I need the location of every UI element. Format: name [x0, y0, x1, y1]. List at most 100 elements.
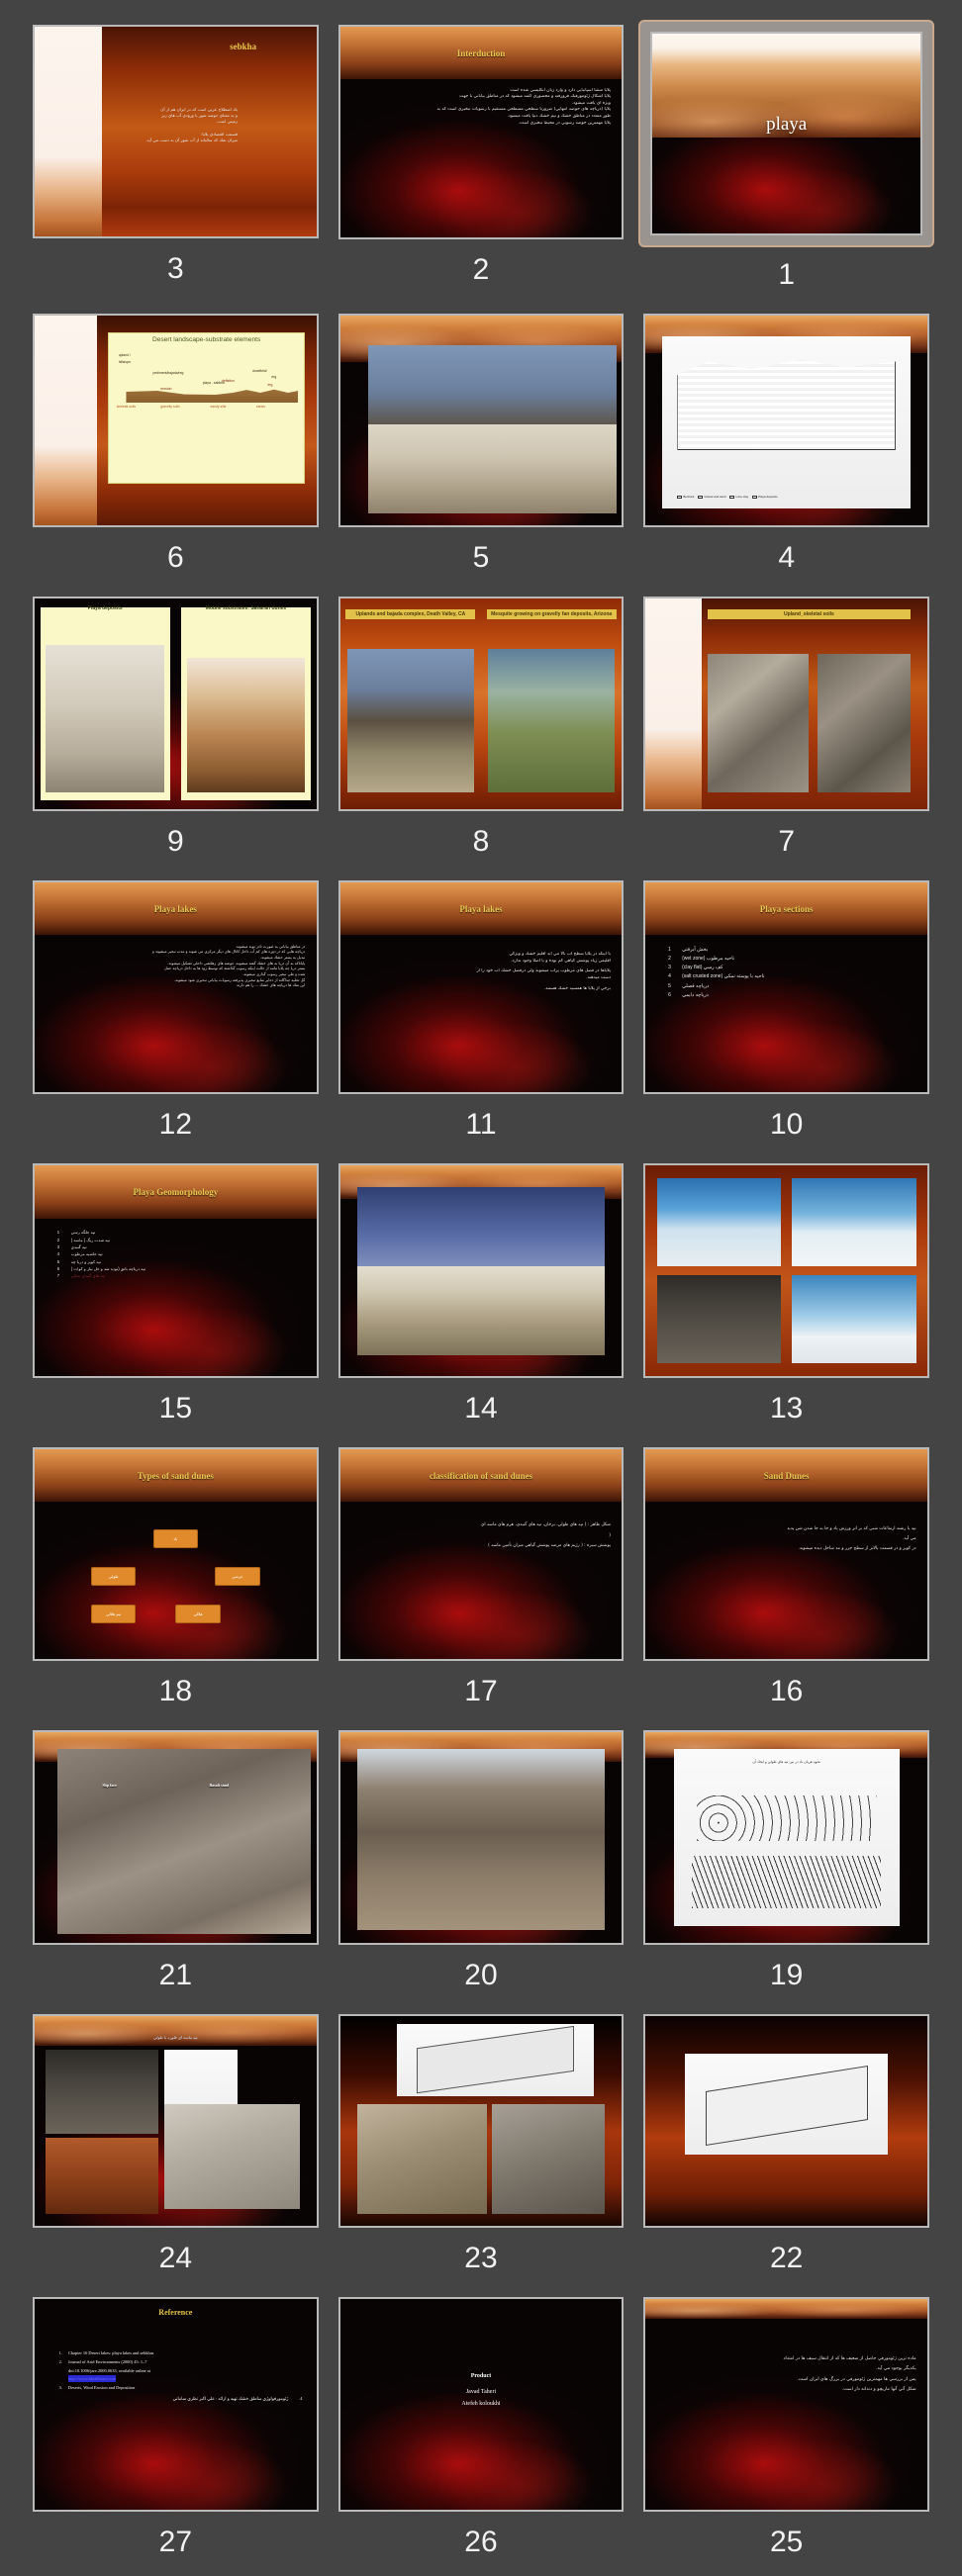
- slide-thumbnail-7[interactable]: Upland_skeletal soils: [643, 597, 929, 811]
- slide-cell-18[interactable]: Types of sand dunes باد طولي عرضي نيم هل…: [28, 1442, 324, 1726]
- slide-thumbnail-16[interactable]: Sand Dunes تپه يا رشته ارتفاعات شني كه ب…: [643, 1446, 929, 1662]
- reference-item: http://www.idealibrary.com: [54, 2375, 303, 2383]
- slide-thumb-wrapper-6[interactable]: Desert landscape-substrate elements upla…: [28, 309, 324, 532]
- slide-cell-10[interactable]: Playa sections بخش آبرفتي 1 ناحيه مرطوب (…: [638, 875, 934, 1159]
- slide-thumbnail-15[interactable]: Playa Geomorphology تپه جلگه رسي 1 تپه شد…: [33, 1163, 319, 1378]
- list-item: تپه حاشيه مرطوب 4: [56, 1251, 103, 1257]
- slide-thumb-wrapper-2[interactable]: Interduction پلايا منشأ اسپانيايي دارد و…: [334, 20, 629, 244]
- slide-thumb-wrapper-14[interactable]: [334, 1158, 629, 1383]
- slide-thumbnail-5[interactable]: [337, 313, 625, 528]
- slide-thumbnail-3[interactable]: sebkha يك اصطلاح عربي است كه در ايران هم…: [33, 25, 319, 239]
- panel-caption: Mesquite growing on gravelly fan deposit…: [486, 609, 617, 620]
- slide-thumb-wrapper-24[interactable]: تپه ماسه اي فلوره يا طولي: [28, 2009, 324, 2233]
- slide-thumb-wrapper-5[interactable]: [334, 309, 629, 533]
- flow-node-longitudinal: طولي: [90, 1566, 137, 1587]
- slide-thumb-wrapper-21[interactable]: Slip face Basalt sand: [28, 1725, 324, 1949]
- slide-thumb-wrapper-1[interactable]: playa: [638, 20, 934, 247]
- slide-thumb-wrapper-26[interactable]: Product Javad Taheri Atefeh koloukhi: [334, 2292, 629, 2517]
- slide-left-pane: [645, 598, 703, 809]
- slide-number-7: 7: [778, 824, 795, 858]
- slide-thumbnail-12[interactable]: Playa lakes در مناطق بياباني به صورت ناد…: [33, 879, 319, 1095]
- slide-number-6: 6: [166, 541, 184, 575]
- slide-cell-3[interactable]: sebkha يك اصطلاح عربي است كه در ايران هم…: [28, 20, 324, 309]
- slide-thumbnail-8[interactable]: Uplands and bajada complex, Death Valley…: [337, 597, 625, 811]
- slide-thumb-wrapper-22[interactable]: [638, 2009, 934, 2233]
- slide-cell-5[interactable]: 5: [334, 309, 629, 593]
- slide-thumbnail-4[interactable]: Bedrock Gravel and sand Lime clay Playa …: [643, 313, 929, 528]
- slide-cell-2[interactable]: Interduction پلايا منشأ اسپانيايي دارد و…: [334, 20, 629, 309]
- slide-thumb-wrapper-17[interactable]: classification of sand dunes شكل ظاهر : …: [334, 1442, 629, 1667]
- slide-cell-6[interactable]: Desert landscape-substrate elements upla…: [28, 309, 324, 593]
- slide-thumbnail-2[interactable]: Interduction پلايا منشأ اسپانيايي دارد و…: [337, 25, 625, 239]
- slide-thumb-wrapper-15[interactable]: Playa Geomorphology تپه جلگه رسي 1 تپه شد…: [28, 1158, 324, 1382]
- slide-number-15: 15: [158, 1391, 193, 1425]
- slide-thumbnail-6[interactable]: Desert landscape-substrate elements upla…: [33, 313, 319, 528]
- slide-thumb-wrapper-19[interactable]: نحوه هريان باد در بين تپه هاي طولي و ايج…: [638, 1725, 934, 1949]
- slide-thumbnail-13[interactable]: [643, 1163, 929, 1378]
- slide-cell-16[interactable]: Sand Dunes تپه يا رشته ارتفاعات شني كه ب…: [638, 1442, 934, 1726]
- slide-thumbnail-17[interactable]: classification of sand dunes شكل ظاهر : …: [337, 1446, 625, 1662]
- reference-link[interactable]: http://www.idealibrary.com: [67, 2375, 117, 2383]
- slide-thumb-wrapper-25[interactable]: ماده ترين ژئومورفي حاصل از ضعيف ها كه از…: [638, 2292, 934, 2516]
- slide-cell-23[interactable]: 23: [334, 2009, 629, 2293]
- slide-thumb-wrapper-18[interactable]: Types of sand dunes باد طولي عرضي نيم هل…: [28, 1442, 324, 1666]
- slide-cell-21[interactable]: Slip face Basalt sand 21: [28, 1725, 324, 2009]
- slide-bg: [35, 2299, 317, 2510]
- slide-sorter-grid[interactable]: sebkha يك اصطلاح عربي است كه در ايران هم…: [0, 0, 962, 2576]
- slide-thumb-wrapper-10[interactable]: Playa sections بخش آبرفتي 1 ناحيه مرطوب (…: [638, 875, 934, 1099]
- slide-cell-15[interactable]: Playa Geomorphology تپه جلگه رسي 1 تپه شد…: [28, 1158, 324, 1442]
- slide-diagram-19: نحوه هريان باد در بين تپه هاي طولي و ايج…: [673, 1749, 900, 1926]
- slide-cell-11[interactable]: Playa lakes با اينكه در پلايا سطح آب بال…: [334, 875, 629, 1159]
- slide-thumbnail-14[interactable]: [337, 1163, 625, 1378]
- slide-number-4: 4: [778, 541, 795, 575]
- slide-cell-24[interactable]: تپه ماسه اي فلوره يا طولي 24: [28, 2009, 324, 2293]
- slide-cell-9[interactable]: Playa deposits Mobile substrates: Sahara…: [28, 592, 324, 875]
- slide-thumb-wrapper-8[interactable]: Uplands and bajada complex, Death Valley…: [334, 592, 629, 816]
- slide-thumb-wrapper-27[interactable]: Reference 1. Chapter 16 Desert lakes: pla…: [28, 2292, 324, 2516]
- slide-thumbnail-26[interactable]: Product Javad Taheri Atefeh koloukhi: [337, 2297, 625, 2512]
- slide-thumbnail-21[interactable]: Slip face Basalt sand: [33, 1730, 319, 1945]
- slide-thumbnail-24[interactable]: تپه ماسه اي فلوره يا طولي: [33, 2013, 319, 2229]
- slide-thumb-wrapper-16[interactable]: Sand Dunes تپه يا رشته ارتفاعات شني كه ب…: [638, 1442, 934, 1666]
- slide-thumbnail-22[interactable]: [643, 2013, 929, 2229]
- slide-cell-1[interactable]: playa 1: [638, 20, 934, 309]
- slide-thumb-wrapper-23[interactable]: [334, 2009, 629, 2234]
- slide-cell-7[interactable]: Upland_skeletal soils 7: [638, 592, 934, 875]
- slide-thumbnail-18[interactable]: Types of sand dunes باد طولي عرضي نيم هل…: [33, 1446, 319, 1662]
- slide-numbered-list-15: تپه جلگه رسي 1 تپه شدت ريگ ( ماسه ) 2 تپه …: [57, 1229, 294, 1279]
- slide-thumbnail-23[interactable]: [337, 2013, 625, 2229]
- flow-node-barchan: نيم هلالي: [90, 1605, 137, 1624]
- slide-photo-playa-floor: [368, 424, 617, 513]
- slide-thumbnail-25[interactable]: ماده ترين ژئومورفي حاصل از ضعيف ها كه از…: [643, 2297, 929, 2512]
- slide-thumb-wrapper-12[interactable]: Playa lakes در مناطق بياباني به صورت ناد…: [28, 875, 324, 1099]
- slide-thumb-wrapper-13[interactable]: [638, 1158, 934, 1382]
- slide-thumbnail-1[interactable]: playa: [650, 32, 922, 235]
- slide-thumb-wrapper-9[interactable]: Playa deposits Mobile substrates: Sahara…: [28, 592, 324, 815]
- slide-thumb-wrapper-4[interactable]: Bedrock Gravel and sand Lime clay Playa …: [638, 309, 934, 532]
- slide-thumbnail-27[interactable]: Reference 1. Chapter 16 Desert lakes: pla…: [33, 2297, 319, 2512]
- slide-cell-19[interactable]: نحوه هريان باد در بين تپه هاي طولي و ايج…: [638, 1725, 934, 2009]
- slide-cell-22[interactable]: 22: [638, 2009, 934, 2293]
- slide-cell-12[interactable]: Playa lakes در مناطق بياباني به صورت ناد…: [28, 875, 324, 1159]
- slide-thumbnail-11[interactable]: Playa lakes با اينكه در پلايا سطح آب بال…: [337, 879, 625, 1095]
- slide-cell-27[interactable]: Reference 1. Chapter 16 Desert lakes: pla…: [28, 2292, 324, 2576]
- slide-thumbnail-19[interactable]: نحوه هريان باد در بين تپه هاي طولي و ايج…: [643, 1730, 929, 1945]
- slide-thumbnail-20[interactable]: [337, 1730, 625, 1945]
- slide-cell-25[interactable]: ماده ترين ژئومورفي حاصل از ضعيف ها كه از…: [638, 2292, 934, 2576]
- slide-thumb-wrapper-11[interactable]: Playa lakes با اينكه در پلايا سطح آب بال…: [334, 875, 629, 1100]
- panel-right: Mobile substrates: Saharan dunes: [175, 598, 316, 808]
- slide-cell-13[interactable]: 13: [638, 1158, 934, 1442]
- list-item: تپه گنبدي 3: [56, 1243, 87, 1249]
- slide-thumbnail-10[interactable]: Playa sections بخش آبرفتي 1 ناحيه مرطوب (…: [643, 879, 929, 1095]
- slide-cell-14[interactable]: 14: [334, 1158, 629, 1442]
- slide-thumbnail-9[interactable]: Playa deposits Mobile substrates: Sahara…: [33, 597, 319, 811]
- slide-thumb-wrapper-20[interactable]: [334, 1725, 629, 1950]
- slide-cell-4[interactable]: Bedrock Gravel and sand Lime clay Playa …: [638, 309, 934, 593]
- slide-cell-26[interactable]: Product Javad Taheri Atefeh koloukhi 26: [334, 2292, 629, 2576]
- slide-thumb-wrapper-3[interactable]: sebkha يك اصطلاح عربي است كه در ايران هم…: [28, 20, 324, 243]
- slide-cell-8[interactable]: Uplands and bajada complex, Death Valley…: [334, 592, 629, 875]
- slide-cell-20[interactable]: 20: [334, 1725, 629, 2009]
- slide-number-27: 27: [158, 2525, 193, 2558]
- slide-thumb-wrapper-7[interactable]: Upland_skeletal soils: [638, 592, 934, 815]
- slide-cell-17[interactable]: classification of sand dunes شكل ظاهر : …: [334, 1442, 629, 1726]
